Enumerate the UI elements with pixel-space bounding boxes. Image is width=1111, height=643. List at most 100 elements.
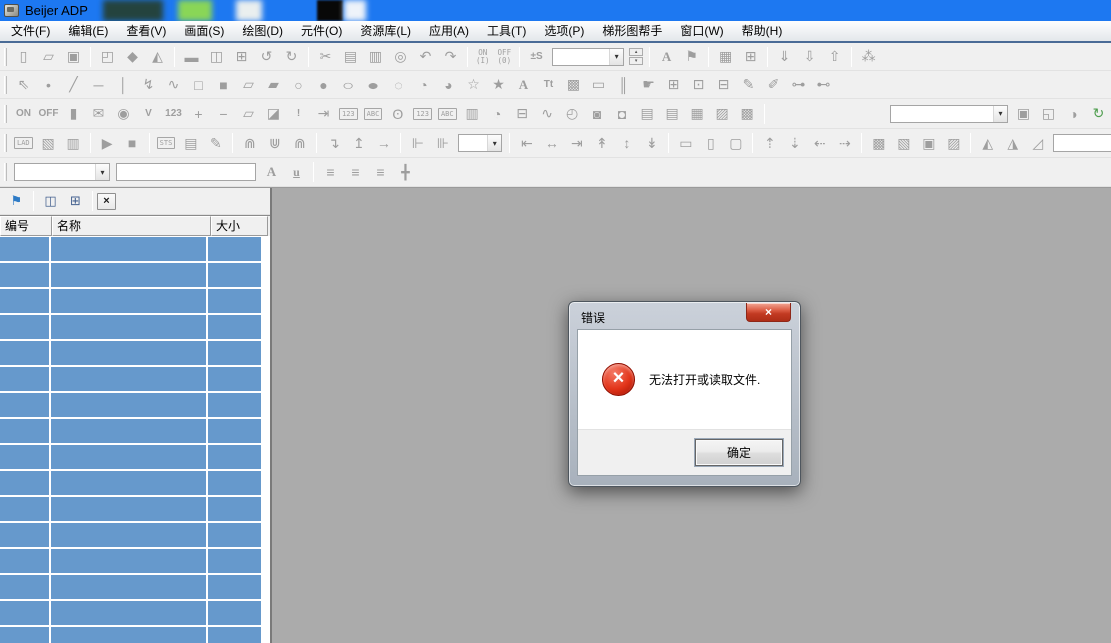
align-center-vertical-icon[interactable]: ↔ <box>539 132 564 154</box>
table-row[interactable] <box>0 315 270 341</box>
next-screen-icon[interactable]: ↻ <box>279 46 304 68</box>
set-value-icon[interactable]: V <box>136 103 161 125</box>
table-row[interactable] <box>0 445 270 471</box>
same-height-icon[interactable]: ▯ <box>698 132 723 154</box>
bar-graph-icon[interactable]: ▥ <box>460 103 485 125</box>
zoom-field[interactable] <box>1053 134 1111 152</box>
nudge-down-icon[interactable]: ⇣ <box>782 132 807 154</box>
brush-style-icon[interactable]: ✐ <box>761 74 786 96</box>
connector-a-icon[interactable]: ⊶ <box>786 74 811 96</box>
draw-pie-icon[interactable]: ◔ <box>411 74 436 96</box>
stop-icon[interactable]: ■ <box>120 132 145 154</box>
multi-copy-icon[interactable]: ⚑ <box>679 46 704 68</box>
sub-screen-list-icon[interactable]: ▤ <box>660 103 685 125</box>
menu-screen[interactable]: 画面(S) <box>175 22 233 40</box>
draw-star-icon[interactable]: ☆ <box>461 74 486 96</box>
dialog-close-button[interactable]: × <box>746 303 791 322</box>
numeric-entry-icon[interactable]: 123 <box>161 103 186 125</box>
menu-object[interactable]: 元件(O) <box>292 22 351 40</box>
rotate-icon[interactable]: ◿ <box>1025 132 1050 154</box>
cut-icon[interactable]: ✂ <box>313 46 338 68</box>
menu-view[interactable]: 查看(V) <box>117 22 175 40</box>
undo-icon[interactable]: ↶ <box>413 46 438 68</box>
off-state-button[interactable]: OFF(0) <box>494 49 516 65</box>
alarm-marker-icon[interactable]: ! <box>286 103 311 125</box>
menu-tool[interactable]: 工具(T) <box>478 22 535 40</box>
dot-frame-icon[interactable]: ⊡ <box>686 74 711 96</box>
pen-style-icon[interactable]: ✎ <box>736 74 761 96</box>
flip-horizontal-icon[interactable]: ◭ <box>975 132 1000 154</box>
numeric-input-icon[interactable]: 123 <box>339 108 358 120</box>
draw-filled-pie-icon[interactable]: ◕ <box>436 74 461 96</box>
jump-down-icon[interactable]: ↴ <box>321 132 346 154</box>
round-lamp-icon[interactable]: ◉ <box>111 103 136 125</box>
date-display-icon[interactable]: ⊟ <box>510 103 535 125</box>
menu-draw[interactable]: 绘图(D) <box>233 22 292 40</box>
title-bar[interactable]: Beijer ADP <box>0 0 1111 21</box>
bring-to-front-icon[interactable]: ▩ <box>866 132 891 154</box>
column-header-number[interactable]: 编号 <box>0 216 52 236</box>
nudge-right-icon[interactable]: ⇢ <box>832 132 857 154</box>
underline-icon[interactable]: u <box>284 161 309 183</box>
new-file-icon[interactable]: ▯ <box>11 46 36 68</box>
same-size-icon[interactable]: ▢ <box>723 132 748 154</box>
open-screen-icon[interactable]: ▬ <box>179 46 204 68</box>
lock-menu-icon[interactable]: ⋒ <box>287 132 312 154</box>
table-row[interactable] <box>0 393 270 419</box>
draw-line-icon[interactable]: ╱ <box>61 74 86 96</box>
bring-forward-icon[interactable]: ▣ <box>916 132 941 154</box>
contact-open-icon[interactable]: ⊩ <box>405 132 430 154</box>
screen-grid-icon[interactable]: ⊞ <box>229 46 254 68</box>
pushbutton-icon[interactable]: ▮ <box>61 103 86 125</box>
part-apply-icon[interactable]: ◱ <box>1036 103 1061 125</box>
align-right-icon[interactable]: ⇥ <box>564 132 589 154</box>
menu-option[interactable]: 选项(P) <box>535 22 593 40</box>
touch-area-icon[interactable]: ☛ <box>636 74 661 96</box>
numeric-display-icon[interactable]: 123 <box>413 108 432 120</box>
draw-rect-icon[interactable]: □ <box>186 74 211 96</box>
screen-list-view-icon[interactable]: ◫ <box>38 190 63 212</box>
screen-properties-icon[interactable]: ◰ <box>95 46 120 68</box>
menu-window[interactable]: 窗口(W) <box>671 22 732 40</box>
close-panel-icon[interactable]: × <box>97 193 116 210</box>
draw-filled-ellipse-icon[interactable]: ● <box>361 74 386 96</box>
ascii-display-icon[interactable]: ABC <box>438 108 457 120</box>
nudge-left-icon[interactable]: ⇠ <box>807 132 832 154</box>
keypad-icon[interactable]: ▦ <box>685 103 710 125</box>
goto-screen-icon[interactable]: ⇥ <box>311 103 336 125</box>
screen-preview-icon[interactable]: ◫ <box>204 46 229 68</box>
page-edit-icon[interactable]: ✎ <box>203 132 228 154</box>
draw-parallelogram-icon[interactable]: ▱ <box>236 74 261 96</box>
trend-graph-icon[interactable]: ∿ <box>535 103 560 125</box>
upload-app-icon[interactable]: ⇧ <box>822 46 847 68</box>
save-file-icon[interactable]: ▣ <box>61 46 86 68</box>
message-lamp-icon[interactable]: ✉ <box>86 103 111 125</box>
grid-toggle-icon[interactable]: ▦ <box>713 46 738 68</box>
menu-edit[interactable]: 编辑(E) <box>59 22 117 40</box>
set-state-icon[interactable]: ±S <box>524 46 549 68</box>
draw-text-icon[interactable]: A <box>511 74 536 96</box>
draw-arc-icon[interactable]: ◌ <box>386 74 411 96</box>
ascii-input-icon[interactable]: ABC <box>364 108 383 120</box>
lock-icon[interactable]: ⋒ <box>237 132 262 154</box>
table-row[interactable] <box>0 419 270 445</box>
text-select-icon[interactable]: A <box>654 46 679 68</box>
draw-scale-icon[interactable]: ║ <box>611 74 636 96</box>
popup-button-icon[interactable]: ◘ <box>610 103 635 125</box>
align-top-icon[interactable]: ↟ <box>589 132 614 154</box>
draw-ellipse-icon[interactable]: ○ <box>336 74 361 96</box>
draw-filled-star-icon[interactable]: ★ <box>486 74 511 96</box>
table-row[interactable] <box>0 263 270 289</box>
jump-up-icon[interactable]: ↥ <box>346 132 371 154</box>
table-row[interactable] <box>0 627 270 643</box>
connector-b-icon[interactable]: ⊷ <box>811 74 836 96</box>
draw-point-icon[interactable]: • <box>36 74 61 96</box>
screen-detail-view-icon[interactable]: ⊞ <box>63 190 88 212</box>
table-row[interactable] <box>0 471 270 497</box>
download-bitmap-icon[interactable]: ⇓ <box>772 46 797 68</box>
table-row[interactable] <box>0 601 270 627</box>
ladder-combo[interactable]: ▾ <box>458 134 502 152</box>
draw-filled-rect-icon[interactable]: ■ <box>211 74 236 96</box>
ladder-lad-icon[interactable]: LAD <box>14 137 33 149</box>
align-left-icon[interactable]: ⇤ <box>514 132 539 154</box>
